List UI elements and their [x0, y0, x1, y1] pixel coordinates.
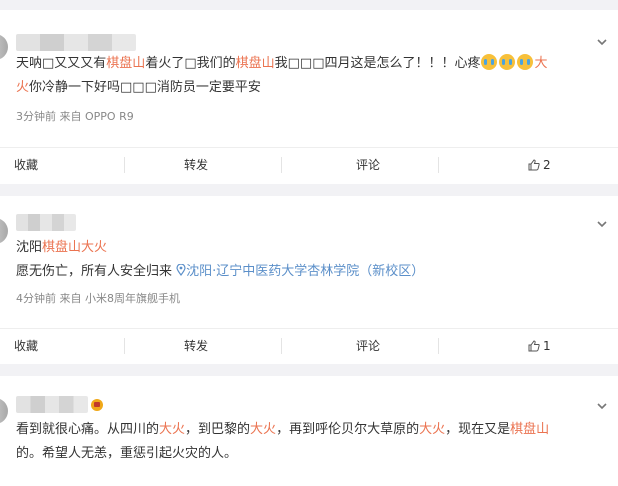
action-bar: 收藏 转发 评论 2 [0, 147, 618, 181]
like-button[interactable]: 1 [528, 329, 551, 363]
keyword-link[interactable]: 棋盘山 [106, 56, 145, 71]
crying-emoji-icon [517, 54, 534, 70]
comment-card-2: 沈阳棋盘山大火 愿无伤亡，所有人安全归来 沈阳·辽宁中医药大学杏林学院（新校区）… [0, 196, 618, 364]
username-blurred[interactable] [16, 34, 136, 51]
keyword-link[interactable]: 棋盘山大火 [42, 240, 107, 255]
chevron-down-icon[interactable] [596, 36, 608, 48]
username-blurred[interactable] [16, 396, 88, 413]
like-count: 2 [543, 158, 551, 172]
divider [438, 157, 439, 173]
post-meta: 3分钟前 来自 OPPO R9 [16, 110, 134, 123]
comment-text: 天呐□又又又有棋盘山着火了□我们的棋盘山我□□□四月这是怎么了！！！心疼大火你冷… [16, 54, 548, 95]
divider [281, 157, 282, 173]
collect-button[interactable]: 收藏 [14, 329, 38, 363]
location-link[interactable]: 沈阳·辽宁中医药大学杏林学院（新校区） [176, 263, 424, 279]
collect-button[interactable]: 收藏 [14, 148, 38, 182]
keyword-link[interactable]: 棋盘山 [236, 56, 275, 71]
divider [124, 338, 125, 354]
divider [438, 338, 439, 354]
username-blurred[interactable] [16, 214, 76, 231]
location-pin-icon [176, 263, 186, 277]
thumb-up-icon [528, 340, 540, 352]
comment-text: 沈阳棋盘山大火 愿无伤亡，所有人安全归来 沈阳·辽宁中医药大学杏林学院（新校区） [16, 240, 425, 279]
avatar[interactable] [0, 398, 8, 424]
thumb-up-icon [528, 159, 540, 171]
vip-badge-icon [91, 399, 103, 411]
divider [281, 338, 282, 354]
keyword-link[interactable]: 大火 [250, 422, 276, 437]
comment-text: 看到就很心痛。从四川的大火，到巴黎的大火，再到呼伦贝尔大草原的大火，现在又是棋盘… [16, 422, 550, 461]
avatar[interactable] [0, 218, 8, 244]
comment-button[interactable]: 评论 [356, 329, 380, 363]
avatar[interactable] [0, 34, 8, 60]
like-button[interactable]: 2 [528, 148, 551, 182]
comment-button[interactable]: 评论 [356, 148, 380, 182]
action-bar: 收藏 转发 评论 1 [0, 328, 618, 362]
post-meta: 4分钟前 来自 小米8周年旗舰手机 [16, 292, 180, 305]
crying-emoji-icon [499, 54, 516, 70]
chevron-down-icon[interactable] [596, 400, 608, 412]
crying-emoji-icon [481, 54, 498, 70]
keyword-link[interactable]: 棋盘山 [510, 422, 549, 437]
keyword-link[interactable]: 火 [16, 80, 29, 95]
chevron-down-icon[interactable] [596, 218, 608, 230]
repost-button[interactable]: 转发 [184, 148, 208, 182]
keyword-link[interactable]: 大火 [419, 422, 445, 437]
keyword-link[interactable]: 大 [534, 56, 547, 71]
comment-card-3: 看到就很心痛。从四川的大火，到巴黎的大火，再到呼伦贝尔大草原的大火，现在又是棋盘… [0, 376, 618, 486]
keyword-link[interactable]: 大火 [159, 422, 185, 437]
repost-button[interactable]: 转发 [184, 329, 208, 363]
like-count: 1 [543, 339, 551, 353]
comment-card-1: 天呐□又又又有棋盘山着火了□我们的棋盘山我□□□四月这是怎么了！！！心疼大火你冷… [0, 10, 618, 184]
divider [124, 157, 125, 173]
